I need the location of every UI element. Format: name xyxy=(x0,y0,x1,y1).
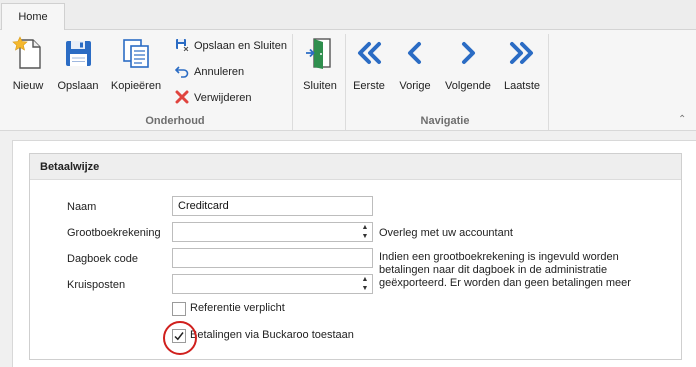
verwijderen-button[interactable]: Verwijderen xyxy=(175,88,251,108)
grootboekrekening-spinner-icon[interactable]: ▲ ▼ xyxy=(358,223,372,241)
kruisposten-spinner-icon[interactable]: ▲ ▼ xyxy=(358,275,372,293)
annuleren-button[interactable]: Annuleren xyxy=(175,62,244,82)
vorige-button[interactable]: Vorige xyxy=(396,36,434,92)
opslaan-label: Opslaan xyxy=(57,80,99,92)
laatste-label: Laatste xyxy=(503,80,541,92)
content-area: Betaalwijze Naam Grootboekrekening ▲▼ Ov… xyxy=(12,140,696,367)
chevron-right-icon xyxy=(462,42,475,64)
undo-icon xyxy=(175,66,189,78)
double-chevron-right-icon xyxy=(510,42,533,64)
group-separator xyxy=(292,34,293,130)
dagboek-note-line-2: betalingen naar dit dagboek in de admini… xyxy=(379,264,608,276)
eerste-label: Eerste xyxy=(353,80,385,92)
ribbon: Nieuw Opslaan Kopieëren Opslaan en Sluit… xyxy=(0,30,696,131)
dagboek-code-label: Dagboek code xyxy=(67,253,138,265)
grootboekrekening-label: Grootboekrekening xyxy=(67,227,161,239)
sluiten-label: Sluiten xyxy=(303,80,337,92)
overleg-note: Overleg met uw accountant xyxy=(379,227,513,239)
kopieren-button[interactable]: Kopieëren xyxy=(110,36,162,92)
delete-icon xyxy=(175,90,189,104)
new-document-icon xyxy=(12,36,41,69)
ribbon-collapse-icon[interactable]: ⌃ xyxy=(678,115,688,125)
annuleren-label: Annuleren xyxy=(194,66,245,78)
nieuw-label: Nieuw xyxy=(12,80,44,92)
group-label-navigatie: Navigatie xyxy=(420,115,470,127)
verwijderen-label: Verwijderen xyxy=(194,92,252,104)
laatste-button[interactable]: Laatste xyxy=(501,36,543,92)
nieuw-button[interactable]: Nieuw xyxy=(8,36,48,92)
group-separator xyxy=(345,34,346,130)
group-separator xyxy=(548,34,549,130)
eerste-button[interactable]: Eerste xyxy=(350,36,388,92)
section-title: Betaalwijze xyxy=(30,154,681,180)
copy-icon xyxy=(123,39,149,68)
chevron-left-icon xyxy=(408,42,421,64)
exit-door-icon xyxy=(306,38,331,69)
dagboek-note-line-3: geëxporteerd. Er worden dan geen betalin… xyxy=(379,277,631,289)
sluiten-button[interactable]: Sluiten xyxy=(299,36,341,92)
naam-label: Naam xyxy=(67,201,97,213)
ribbon-tab-bar: Home xyxy=(0,0,696,31)
double-chevron-left-icon xyxy=(358,42,381,64)
volgende-button[interactable]: Volgende xyxy=(443,36,493,92)
dagboek-code-input[interactable] xyxy=(172,248,373,268)
highlight-circle xyxy=(163,321,197,355)
vorige-label: Vorige xyxy=(399,80,431,92)
opslaan-en-sluiten-button[interactable]: Opslaan en Sluiten xyxy=(175,36,287,56)
kruisposten-input[interactable]: ▲ ▼ xyxy=(172,274,373,294)
dagboek-note-line-1: Indien een grootboekrekening is ingevuld… xyxy=(379,251,619,263)
save-icon xyxy=(66,41,91,66)
referentie-verplicht-checkbox[interactable] xyxy=(172,302,186,316)
tab-home[interactable]: Home xyxy=(1,3,65,31)
buckaroo-label[interactable]: Betalingen via Buckaroo toestaan xyxy=(190,329,354,341)
grootboekrekening-input[interactable]: ▲ ▼ xyxy=(172,222,373,242)
betaalwijze-groupbox: Betaalwijze Naam Grootboekrekening ▲▼ Ov… xyxy=(29,153,682,360)
kruisposten-label: Kruisposten xyxy=(67,279,126,291)
opslaan-button[interactable]: Opslaan xyxy=(56,36,100,92)
save-close-icon xyxy=(176,39,189,52)
group-label-onderhoud: Onderhoud xyxy=(145,115,205,127)
referentie-verplicht-label[interactable]: Referentie verplicht xyxy=(190,302,285,314)
kopieren-label: Kopieëren xyxy=(110,80,162,92)
opslaan-en-sluiten-label: Opslaan en Sluiten xyxy=(194,40,287,52)
naam-input[interactable] xyxy=(172,196,373,216)
volgende-label: Volgende xyxy=(445,80,491,92)
